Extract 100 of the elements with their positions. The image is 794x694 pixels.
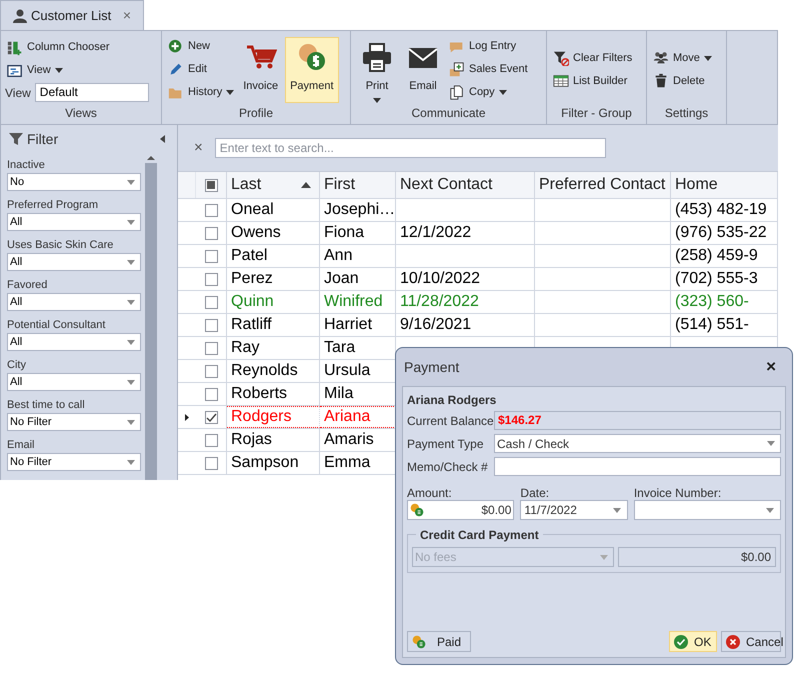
ribbon-button[interactable]: List Builder <box>551 70 634 92</box>
dialog-button[interactable]: OK <box>669 631 717 652</box>
view-field[interactable]: Default <box>34 83 149 102</box>
table-cell: Patel <box>227 245 320 267</box>
filter-dropdown[interactable]: No <box>7 173 141 191</box>
ribbon-button[interactable]: Sales Event <box>447 59 530 80</box>
filter-dropdown[interactable]: All <box>7 293 141 311</box>
table-cell: Joan <box>320 268 396 290</box>
table-cell: Winifred <box>320 291 396 313</box>
ribbon-button[interactable]: History <box>166 82 236 103</box>
table-icon <box>553 73 569 89</box>
ribbon-button[interactable]: Payment <box>285 36 339 102</box>
column-header[interactable]: Preferred Contact <box>535 172 671 198</box>
checkbox[interactable] <box>204 296 218 308</box>
checkbox[interactable] <box>204 226 218 240</box>
person-icon <box>13 8 27 22</box>
search-field[interactable]: Enter text to search... <box>214 138 606 158</box>
ribbon-button[interactable]: Column Chooser <box>5 37 149 58</box>
filter-clear-icon <box>553 50 569 66</box>
ribbon-button[interactable]: Invoice <box>238 36 284 102</box>
checkbox[interactable] <box>204 204 218 216</box>
document-tab[interactable]: Customer List × <box>0 0 144 30</box>
table-cell: Roberts <box>227 383 320 405</box>
field-label: Amount: <box>407 485 453 498</box>
filter-label: Uses Basic Skin Care <box>7 238 114 253</box>
filter-dropdown[interactable]: All <box>7 253 141 271</box>
coins-icon <box>412 634 426 648</box>
filter-dropdown[interactable]: All <box>7 213 141 231</box>
table-cell: 11/28/2022 <box>396 291 535 313</box>
checkbox[interactable] <box>204 456 218 470</box>
ribbon-button[interactable]: Move <box>651 48 714 68</box>
checkbox[interactable] <box>204 342 218 354</box>
field-label: Date: <box>520 485 550 498</box>
group-label: Communicate <box>410 105 487 122</box>
filter-dropdown[interactable]: No Filter <box>7 453 141 471</box>
checkbox[interactable] <box>204 250 218 262</box>
caret-icon <box>127 180 135 184</box>
filter-label: Favored <box>7 278 48 293</box>
dialog-button[interactable]: Cancel <box>721 631 781 652</box>
customer-name: Ariana Rodgers <box>407 392 498 407</box>
caret-icon <box>766 508 774 512</box>
ribbon-button[interactable]: Edit <box>166 59 236 80</box>
field-label: Memo/Check # <box>407 458 489 476</box>
caret-icon <box>127 380 135 384</box>
date-dropdown[interactable]: 11/7/2022 <box>520 500 628 520</box>
close-button[interactable]: × <box>122 5 131 26</box>
clear-search-button[interactable]: × <box>194 136 203 160</box>
copy-icon <box>449 84 465 100</box>
checkbox[interactable] <box>204 272 218 286</box>
filter-dropdown[interactable]: All <box>7 373 141 391</box>
filter-label: Inactive <box>7 158 46 173</box>
checkbox[interactable] <box>204 410 218 424</box>
invoice-dropdown[interactable] <box>634 500 781 520</box>
ribbon-button[interactable]: Print <box>355 36 399 102</box>
ribbon-button[interactable]: Log Entry <box>447 36 530 57</box>
table-cell: Perez <box>227 268 320 290</box>
card-amount-field: $0.00 <box>618 547 776 567</box>
group-label: Profile <box>238 105 274 122</box>
scrollbar[interactable] <box>144 153 158 480</box>
table-cell: Harriet <box>320 314 396 336</box>
filter-label: Potential Consultant <box>7 318 106 333</box>
payment-type-dropdown[interactable]: Cash / Check <box>494 434 781 453</box>
ribbon-button[interactable]: Delete <box>651 70 714 92</box>
ribbon-button[interactable]: Email <box>401 36 445 102</box>
ribbon-button[interactable]: Copy <box>447 82 530 103</box>
column-header[interactable]: First <box>320 172 396 198</box>
row-indicator-icon <box>185 414 189 420</box>
checkbox[interactable] <box>204 364 218 378</box>
amount-field[interactable]: $0.00 <box>407 500 514 520</box>
checkbox[interactable] <box>204 318 218 332</box>
table-cell: Josephi… <box>320 199 396 221</box>
close-button[interactable]: × <box>766 354 776 380</box>
column-header[interactable]: Home <box>671 172 778 198</box>
checkbox[interactable] <box>204 434 218 446</box>
table-cell: Sampson <box>227 452 320 474</box>
filter-dropdown[interactable]: No Filter <box>7 413 141 431</box>
caret-icon <box>767 441 775 446</box>
checkbox[interactable] <box>204 178 218 192</box>
ribbon-button[interactable]: View <box>5 60 149 81</box>
column-header[interactable]: Next Contact <box>396 172 535 198</box>
dialog-button[interactable]: Paid <box>407 631 471 652</box>
group-label: Settings <box>664 105 710 122</box>
field-label: View <box>5 84 31 102</box>
ribbon-button[interactable]: New <box>166 36 236 57</box>
memo-field[interactable] <box>494 457 781 476</box>
cancel-icon <box>726 634 740 648</box>
table-cell: (258) 459-9 <box>671 245 778 267</box>
table-cell: Ray <box>227 337 320 359</box>
column-header[interactable]: Last <box>227 172 320 198</box>
table-cell: Rodgers <box>227 406 320 428</box>
dialog-title: Payment <box>404 358 460 377</box>
ribbon-button[interactable]: Clear Filters <box>551 48 634 68</box>
filter-dropdown[interactable]: All <box>7 333 141 351</box>
people-icon <box>653 50 669 66</box>
balance-field: $146.27 <box>494 411 781 430</box>
filter-icon <box>9 132 23 146</box>
caret-icon <box>600 554 608 560</box>
coins-icon <box>410 503 424 517</box>
checkbox[interactable] <box>204 388 218 400</box>
field-label: Current Balance <box>407 412 494 430</box>
